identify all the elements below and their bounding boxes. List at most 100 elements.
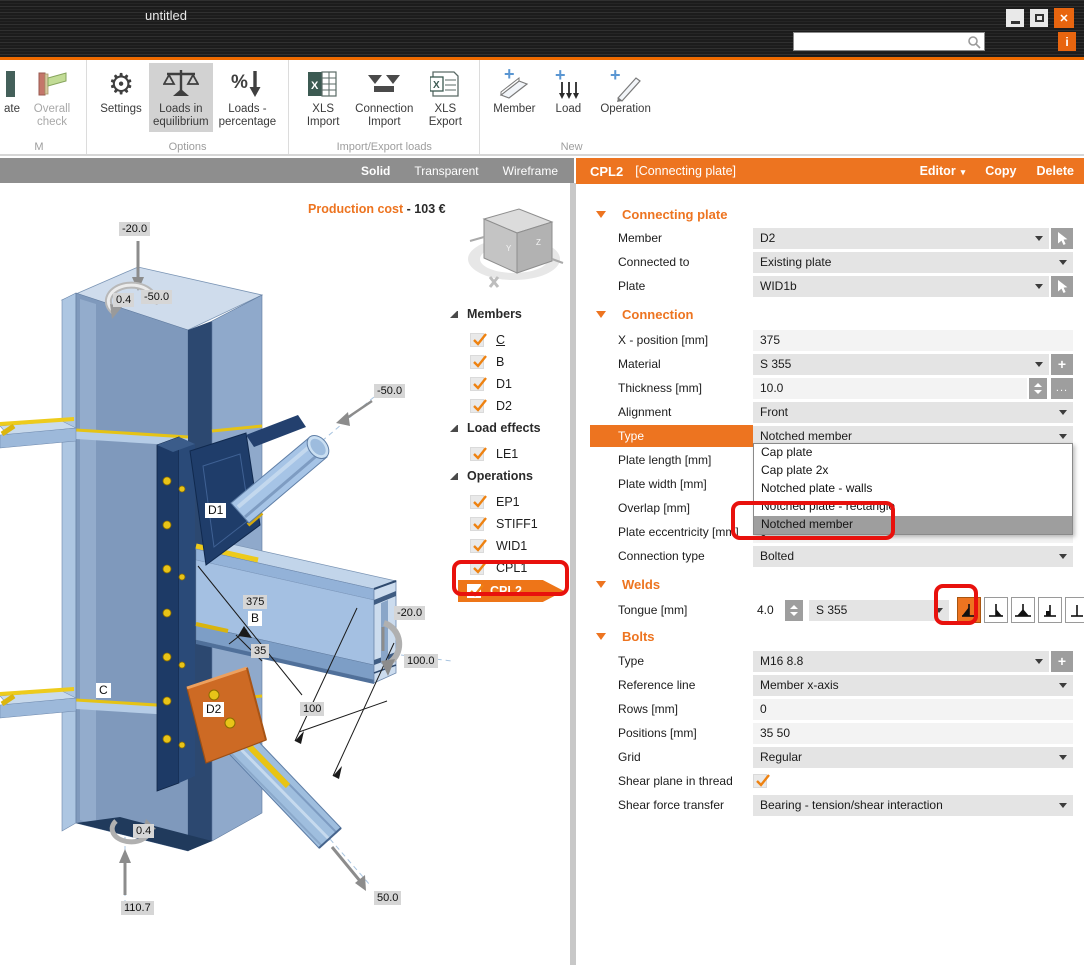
tree-item-ep1[interactable]: EP1 [470, 492, 520, 512]
checkbox-wid1[interactable] [470, 539, 487, 553]
editor-button[interactable]: Editor ▾ [920, 164, 966, 178]
loads-in-equilibrium-button[interactable]: Loads in equilibrium [149, 63, 213, 132]
thickness-input[interactable]: 10.0 [753, 377, 1027, 399]
maximize-icon [1034, 14, 1044, 22]
tree-item-le1[interactable]: LE1 [470, 444, 518, 464]
cut-off-button[interactable]: ate [0, 63, 24, 119]
close-button[interactable]: ✕ [1054, 8, 1074, 28]
add-material-button[interactable]: + [1051, 353, 1073, 375]
shear-plane-checkbox[interactable] [753, 774, 770, 788]
tree-item-b[interactable]: B [470, 352, 504, 372]
minimize-button[interactable] [1006, 9, 1024, 27]
section-connecting-plate[interactable]: Connecting plate [576, 204, 1084, 224]
section-welds[interactable]: Welds [576, 574, 1084, 594]
tree-item-cpl1[interactable]: CPL1 [470, 558, 527, 578]
operation-id: CPL2 [590, 163, 624, 179]
new-load-button[interactable]: + Load [542, 63, 594, 119]
grid-select[interactable]: Regular [753, 746, 1073, 768]
tree-item-c[interactable]: C [470, 330, 505, 350]
row-positions: Positions [mm] 35 50 [576, 721, 1084, 745]
checkbox-le1[interactable] [470, 447, 487, 461]
material-select[interactable]: S 355 [753, 353, 1049, 375]
ribbon-group-import-export: X XLS Import Connection Import X XLS Exp… [289, 60, 481, 154]
alignment-select[interactable]: Front [753, 401, 1073, 423]
xls-export-button[interactable]: X XLS Export [419, 63, 471, 132]
bolt-type-select[interactable]: M16 8.8 [753, 650, 1049, 672]
overall-check-icon [38, 72, 67, 96]
weld-type-butt-button[interactable] [1065, 597, 1084, 623]
checkbox-stiff1[interactable] [470, 517, 487, 531]
option-notched-plate-walls[interactable]: Notched plate - walls [754, 480, 1072, 498]
loads-percentage-button[interactable]: % Loads - percentage [215, 63, 281, 132]
pick-member-button[interactable] [1051, 227, 1073, 249]
info-button[interactable]: i [1058, 32, 1076, 51]
checkbox-c[interactable] [470, 333, 487, 347]
tree-header-members[interactable]: Members [440, 304, 568, 324]
section-connection[interactable]: Connection [576, 304, 1084, 324]
settings-button[interactable]: ⚙ Settings [95, 63, 147, 119]
connection-import-icon [368, 75, 401, 92]
plate-select[interactable]: WID1b [753, 275, 1049, 297]
checkbox-cpl1[interactable] [470, 561, 487, 575]
dropdown-arrow-icon [1059, 409, 1067, 415]
balance-scale-icon [162, 70, 199, 96]
section-collapse-icon[interactable] [596, 310, 606, 318]
option-notched-plate-rectangle[interactable]: Notched plate - rectangle [754, 498, 1072, 516]
copy-button[interactable]: Copy [985, 164, 1016, 178]
weld-type-fillet-both-button[interactable] [1011, 597, 1035, 623]
connection-import-button[interactable]: Connection Import [351, 63, 417, 132]
tree-item-wid1[interactable]: WID1 [470, 536, 527, 556]
tab-transparent[interactable]: Transparent [414, 164, 478, 178]
weld-type-fillet-button[interactable] [957, 597, 981, 623]
xls-import-button[interactable]: X XLS Import [297, 63, 349, 132]
expander-icon[interactable] [450, 310, 458, 318]
rows-input[interactable]: 0 [753, 698, 1073, 720]
checkbox-cpl2[interactable] [467, 584, 484, 598]
delete-button[interactable]: Delete [1036, 164, 1074, 178]
expander-icon[interactable] [450, 424, 458, 432]
maximize-button[interactable] [1030, 9, 1048, 27]
tree-item-stiff1[interactable]: STIFF1 [470, 514, 538, 534]
thickness-more-button[interactable]: ... [1051, 377, 1073, 399]
add-bolt-type-button[interactable]: + [1051, 650, 1073, 672]
section-collapse-icon[interactable] [596, 632, 606, 640]
checkbox-d2[interactable] [470, 399, 487, 413]
checkbox-d1[interactable] [470, 377, 487, 391]
new-operation-button[interactable]: + Operation [596, 63, 655, 119]
checkbox-b[interactable] [470, 355, 487, 369]
weld-type-partial-butt-button[interactable] [1038, 597, 1062, 623]
tree-header-load-effects[interactable]: Load effects [440, 418, 568, 438]
pick-plate-button[interactable] [1051, 275, 1073, 297]
tab-solid[interactable]: Solid [361, 164, 390, 178]
tree-item-d1[interactable]: D1 [470, 374, 512, 394]
shear-force-select[interactable]: Bearing - tension/shear interaction [753, 794, 1073, 816]
weld-type-fillet-rear-button[interactable] [984, 597, 1008, 623]
option-notched-member[interactable]: Notched member [754, 516, 1072, 534]
view-cube[interactable]: Y Z [462, 197, 566, 297]
weld-material-select[interactable]: S 355 [809, 599, 949, 621]
new-member-button[interactable]: + Member [488, 63, 540, 119]
option-cap-plate-2x[interactable]: Cap plate 2x [754, 462, 1072, 480]
minimize-icon [1010, 20, 1020, 24]
search-input[interactable] [794, 35, 964, 51]
section-collapse-icon[interactable] [596, 210, 606, 218]
checkbox-ep1[interactable] [470, 495, 487, 509]
tree-item-cpl2-selected[interactable]: CPL2 [458, 580, 564, 602]
connected-to-select[interactable]: Existing plate [753, 251, 1073, 273]
overall-check-button[interactable]: Overall check [26, 63, 78, 132]
x-position-input[interactable]: 375 [753, 329, 1073, 351]
option-cap-plate[interactable]: Cap plate [754, 444, 1072, 462]
tab-wireframe[interactable]: Wireframe [503, 164, 558, 178]
thickness-spinner[interactable] [1029, 377, 1047, 399]
tree-item-d2[interactable]: D2 [470, 396, 512, 416]
tongue-spinner[interactable] [785, 599, 803, 621]
positions-input[interactable]: 35 50 [753, 722, 1073, 744]
connection-type-select[interactable]: Bolted [753, 545, 1073, 567]
viewport-3d[interactable]: Y Z Production cost - 103 € -20.0 0.4 -5… [0, 183, 570, 965]
reference-line-select[interactable]: Member x-axis [753, 674, 1073, 696]
tree-header-operations[interactable]: Operations [440, 466, 568, 486]
section-bolts[interactable]: Bolts [576, 626, 1084, 646]
expander-icon[interactable] [450, 472, 458, 480]
member-select[interactable]: D2 [753, 227, 1049, 249]
section-collapse-icon[interactable] [596, 580, 606, 588]
